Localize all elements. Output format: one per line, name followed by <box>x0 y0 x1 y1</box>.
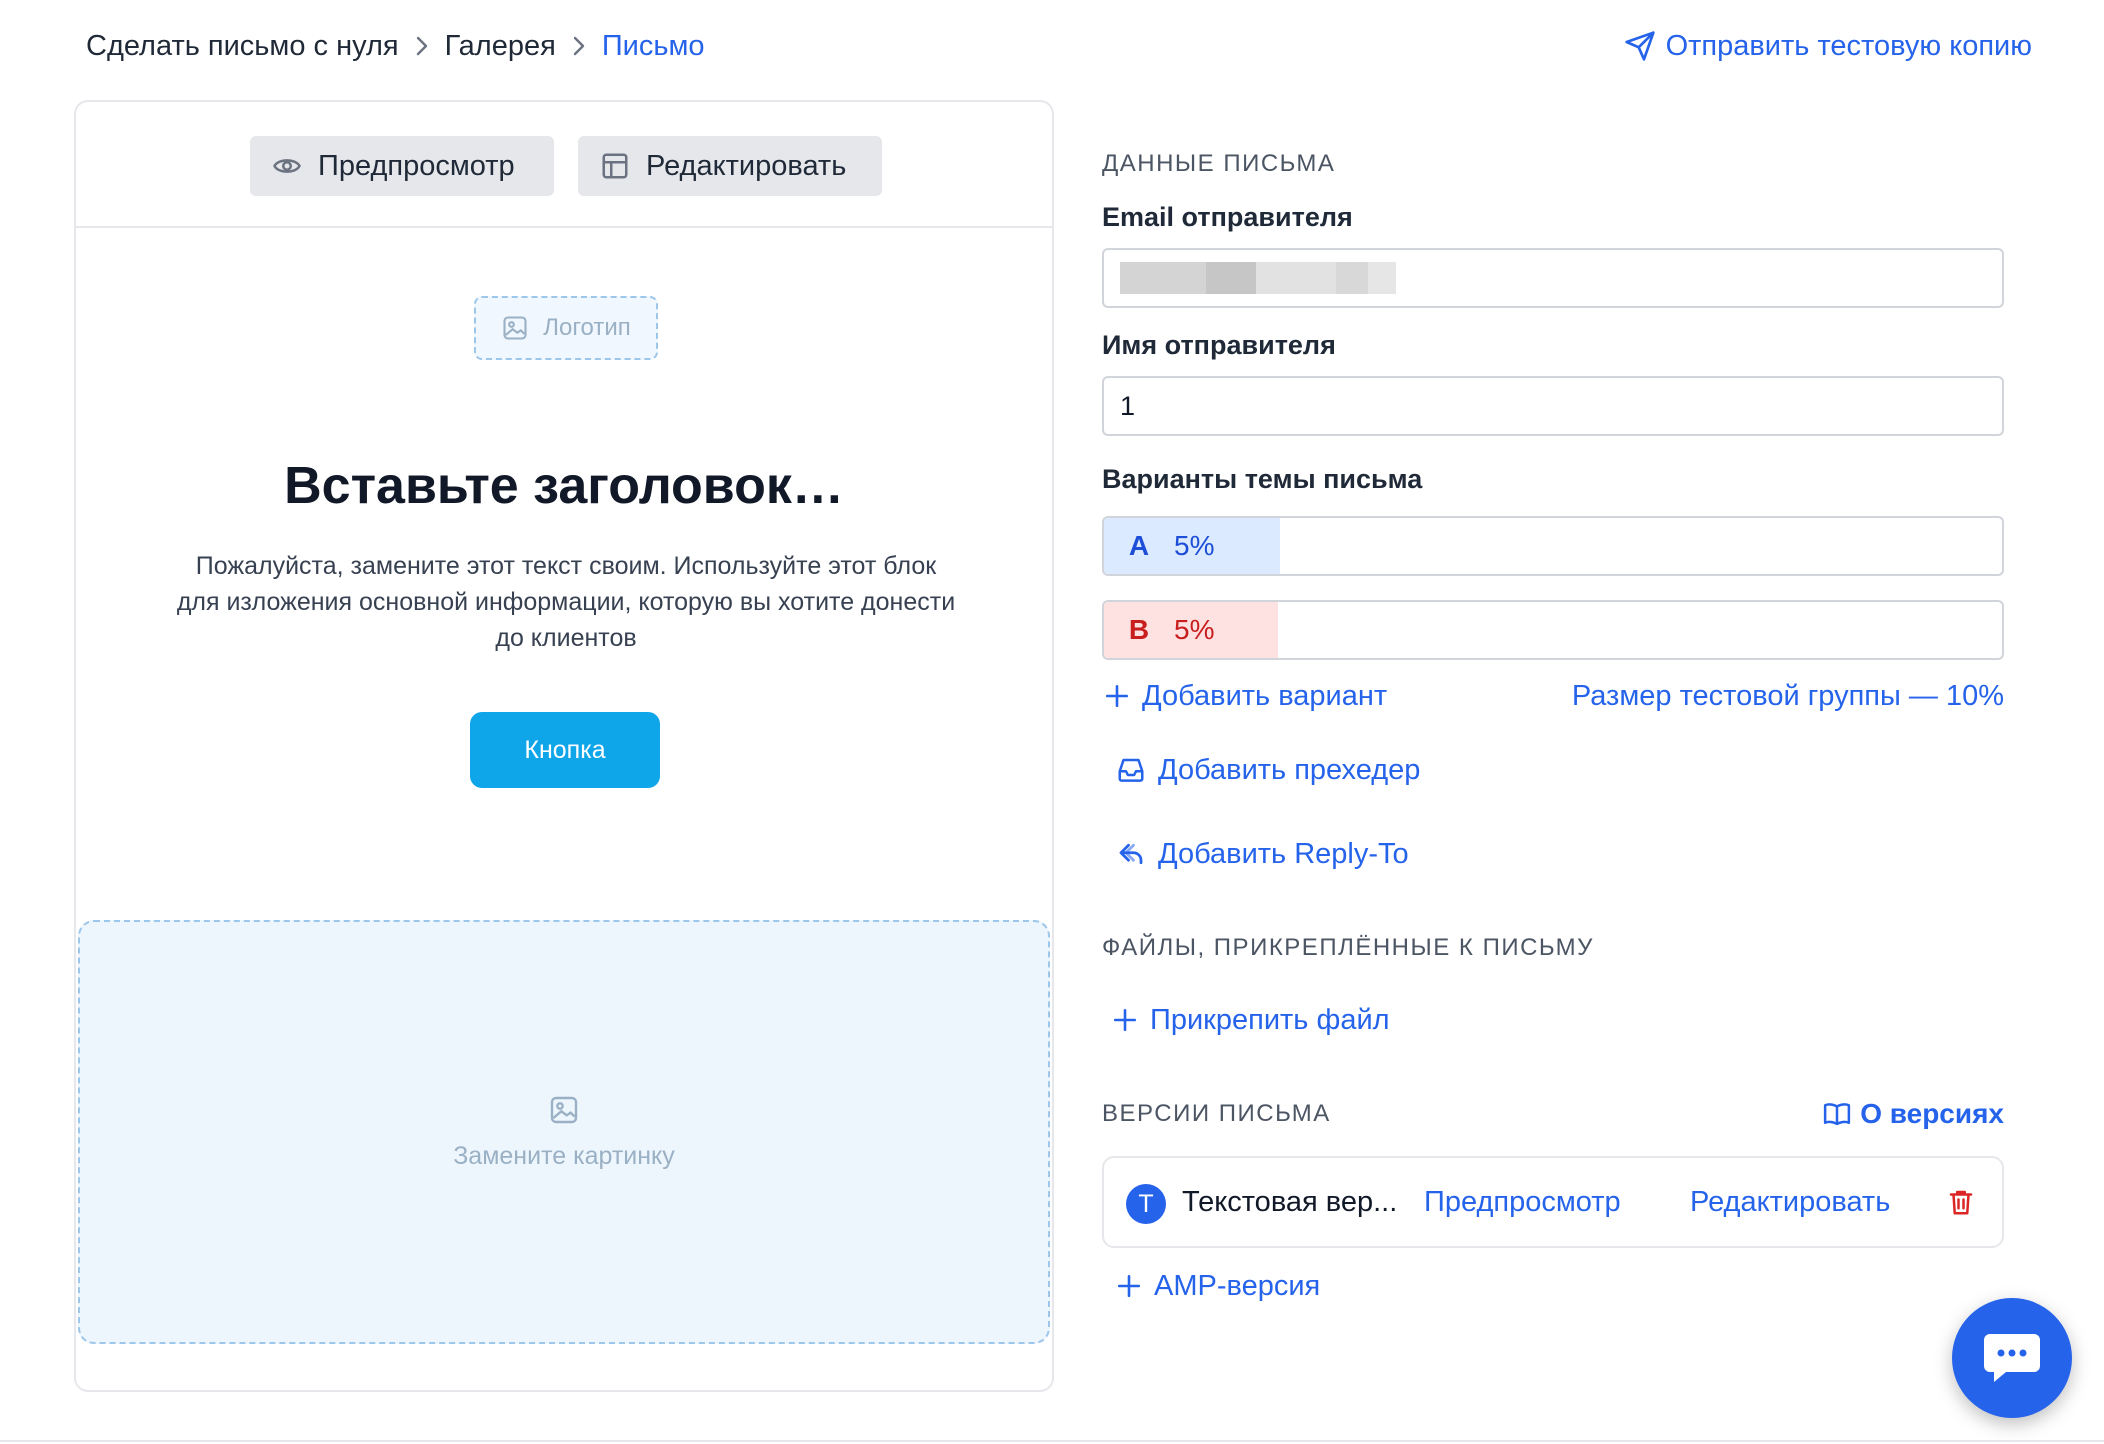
subject-variant-b[interactable]: B 5% <box>1102 600 2004 660</box>
plus-icon <box>1116 1273 1142 1299</box>
plus-icon <box>1104 683 1130 709</box>
variant-b-percent: 5% <box>1174 614 1215 645</box>
attach-file-label: Прикрепить файл <box>1150 1003 1390 1036</box>
about-versions-link[interactable]: О версиях <box>1822 1094 2004 1134</box>
variant-a-percent: 5% <box>1174 530 1215 561</box>
breadcrumb-current: Письмо <box>601 29 705 62</box>
about-versions-label: О версиях <box>1860 1098 2004 1129</box>
chat-button[interactable] <box>1952 1298 2072 1418</box>
breadcrumb-item-gallery[interactable]: Галерея <box>445 30 556 63</box>
logo-placeholder[interactable]: Логотип <box>474 296 658 360</box>
version-preview-link[interactable]: Предпросмотр <box>1424 1186 1621 1219</box>
image-icon <box>548 1094 580 1126</box>
send-icon <box>1624 30 1656 62</box>
variant-a-tag: A 5% <box>1104 518 1280 574</box>
add-preheader-button[interactable]: Добавить прехедер <box>1116 750 1420 790</box>
test-group-size-link[interactable]: Размер тестовой группы — 10% <box>1572 676 2004 716</box>
image-icon <box>501 314 529 342</box>
add-reply-to-label: Добавить Reply-To <box>1158 837 1409 870</box>
chevron-right-icon <box>399 35 445 57</box>
book-icon <box>1822 1099 1852 1129</box>
sender-email-field[interactable] <box>1102 248 2004 308</box>
variant-a-letter: A <box>1128 530 1150 561</box>
eye-icon <box>272 151 302 181</box>
reply-icon <box>1116 839 1146 869</box>
email-cta-button[interactable]: Кнопка <box>470 712 660 788</box>
bottom-divider <box>0 1440 2104 1442</box>
preview-button-label: Предпросмотр <box>318 149 515 182</box>
add-amp-version-button[interactable]: AMP-версия <box>1116 1266 1320 1306</box>
versions-section-title: ВЕРСИИ ПИСЬМА <box>1102 1100 1331 1127</box>
preview-button[interactable]: Предпросмотр <box>250 136 554 196</box>
version-row-text: Т Текстовая вер... Предпросмотр Редактир… <box>1102 1156 2004 1248</box>
image-placeholder[interactable]: Замените картинку <box>78 920 1050 1344</box>
image-placeholder-label: Замените картинку <box>453 1141 675 1170</box>
sender-email-redacted <box>1120 262 1396 294</box>
email-title[interactable]: Вставьте заголовок… <box>76 456 1052 516</box>
edit-button-label: Редактировать <box>646 149 847 182</box>
version-name: Текстовая вер... <box>1182 1186 1398 1218</box>
letter-data-section-title: ДАННЫЕ ПИСЬМА <box>1102 150 1336 177</box>
sender-email-label: Email отправителя <box>1102 202 1353 232</box>
plus-icon <box>1112 1007 1138 1033</box>
add-reply-to-button[interactable]: Добавить Reply-To <box>1116 834 1409 874</box>
inbox-icon <box>1116 755 1146 785</box>
subject-variant-a[interactable]: A 5% <box>1102 516 2004 576</box>
add-preheader-label: Добавить прехедер <box>1158 753 1421 786</box>
files-section-title: ФАЙЛЫ, ПРИКРЕПЛЁННЫЕ К ПИСЬМУ <box>1102 934 1594 961</box>
subject-variants-label: Варианты темы письма <box>1102 464 1423 494</box>
chat-icon <box>1982 1330 2042 1386</box>
email-editor-card: Предпросмотр Редактировать Логотип Встав… <box>74 100 1054 1392</box>
editor-toolbar: Предпросмотр Редактировать <box>76 102 1052 228</box>
layout-icon <box>600 151 630 181</box>
send-test-copy-label: Отправить тестовую копию <box>1665 29 2032 62</box>
attach-file-button[interactable]: Прикрепить файл <box>1112 1000 1390 1040</box>
variant-b-tag: B 5% <box>1104 602 1278 658</box>
send-test-copy-button[interactable]: Отправить тестовую копию <box>1624 26 2032 66</box>
breadcrumb: Сделать письмо с нуля Галерея Письмо <box>86 26 705 66</box>
edit-button[interactable]: Редактировать <box>578 136 882 196</box>
add-variant-button[interactable]: Добавить вариант <box>1104 676 1387 716</box>
email-body-text[interactable]: Пожалуйста, замените этот текст своим. И… <box>176 548 956 656</box>
variant-b-letter: B <box>1128 614 1150 645</box>
sender-name-label: Имя отправителя <box>1102 330 1336 360</box>
logo-placeholder-label: Логотип <box>543 314 631 341</box>
sender-name-field[interactable]: 1 <box>1102 376 2004 436</box>
version-edit-link[interactable]: Редактировать <box>1690 1186 1890 1219</box>
sender-name-value: 1 <box>1120 390 1136 421</box>
chevron-right-icon <box>556 35 602 57</box>
trash-icon[interactable] <box>1946 1186 1976 1218</box>
breadcrumb-item-scratch[interactable]: Сделать письмо с нуля <box>86 30 399 63</box>
add-variant-label: Добавить вариант <box>1142 679 1388 712</box>
version-avatar: Т <box>1126 1184 1166 1224</box>
amp-version-label: AMP-версия <box>1154 1269 1321 1302</box>
